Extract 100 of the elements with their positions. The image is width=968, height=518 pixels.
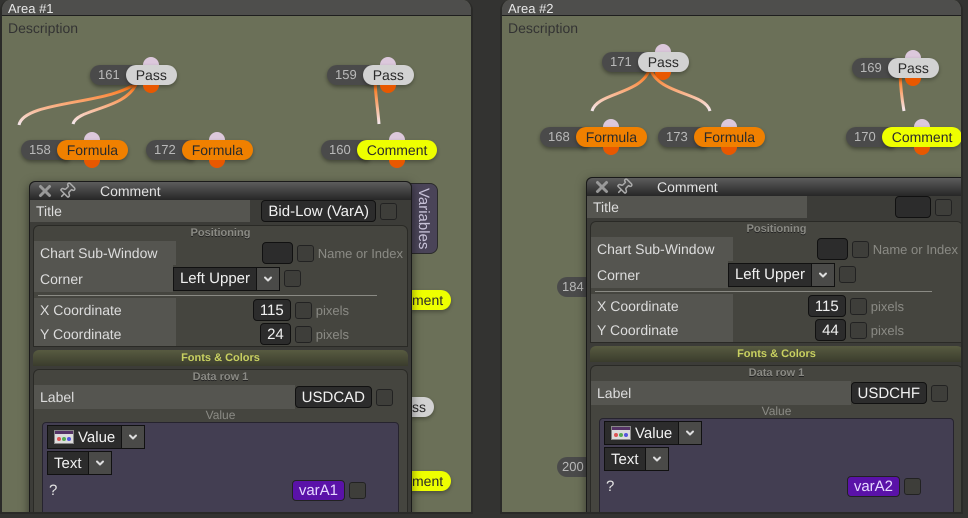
corner-dropdown[interactable]: Left Upper [172, 266, 280, 290]
area-description: Description [508, 20, 578, 36]
output-port[interactable] [914, 147, 930, 155]
checkbox[interactable] [294, 302, 312, 318]
input-port[interactable] [143, 57, 160, 65]
coordinate-field[interactable]: 44 [815, 319, 846, 341]
dialog-title: Comment [657, 179, 718, 195]
checkbox[interactable] [931, 384, 948, 402]
field-label: Label [591, 381, 850, 405]
input-port[interactable] [84, 132, 100, 140]
unit-label: pixels [870, 322, 904, 338]
node-label[interactable]: ment [410, 290, 452, 310]
field-label: Title [30, 200, 250, 222]
checkbox[interactable] [296, 244, 314, 262]
node-label[interactable]: Pass [362, 65, 414, 85]
variable-tag[interactable]: varA1 [292, 480, 345, 500]
output-port[interactable] [143, 85, 160, 93]
value-caption: Value [204, 409, 236, 422]
field-label: ? [48, 482, 58, 498]
node-label[interactable]: Pass [638, 52, 689, 72]
list-icon [611, 426, 631, 440]
section-heading: Data row 1 [748, 366, 806, 381]
section-heading: Data row 1 [192, 370, 250, 385]
label-field[interactable]: USDCAD [294, 386, 372, 408]
node-label[interactable]: Formula [694, 127, 766, 147]
checkbox[interactable] [935, 198, 952, 216]
checkbox[interactable] [852, 240, 869, 258]
value-caption: Value [760, 405, 792, 418]
section-heading: Fonts & Colors [590, 346, 961, 362]
close-icon[interactable] [593, 178, 611, 196]
field-label: Y Coordinate [591, 318, 733, 342]
checkbox[interactable] [294, 326, 312, 342]
node-label[interactable]: Formula [576, 127, 648, 147]
output-port[interactable] [655, 72, 672, 80]
checkbox[interactable] [839, 266, 856, 283]
format-dropdown[interactable]: Text [47, 451, 112, 475]
output-port[interactable] [905, 78, 922, 86]
checkbox[interactable] [850, 298, 867, 314]
input-port[interactable] [389, 132, 406, 140]
node-label[interactable]: Comment [356, 140, 438, 160]
node-label[interactable]: Pass [126, 65, 177, 85]
sub-window-field[interactable] [816, 238, 848, 260]
output-port[interactable] [721, 147, 738, 155]
sub-window-field[interactable] [262, 242, 293, 264]
variable-tag[interactable]: varA2 [846, 476, 900, 496]
format-dropdown[interactable]: Text [604, 447, 669, 471]
field-label: Chart Sub-Window [591, 237, 733, 261]
variables-tab[interactable]: Variables [409, 183, 438, 254]
field-hint: Name or Index [318, 246, 403, 260]
section-heading: Positioning [746, 222, 808, 237]
list-icon [54, 430, 74, 444]
input-port[interactable] [721, 119, 738, 127]
source-dropdown[interactable]: Value [604, 421, 702, 445]
close-icon[interactable] [36, 182, 54, 200]
title-field[interactable]: Bid-Low (VarA) [261, 200, 376, 222]
unit-label: pixels [316, 302, 349, 318]
input-port[interactable] [380, 57, 396, 65]
coordinate-field[interactable]: 115 [808, 295, 846, 317]
field-label: X Coordinate [591, 294, 733, 318]
field-label: Label [34, 385, 295, 409]
input-port[interactable] [603, 119, 620, 127]
source-dropdown[interactable]: Value [47, 425, 146, 449]
area-title: Area #1 [8, 2, 54, 15]
output-port[interactable] [209, 160, 226, 168]
output-port[interactable] [603, 147, 620, 155]
title-field[interactable] [895, 196, 931, 218]
input-port[interactable] [914, 119, 930, 127]
output-port[interactable] [389, 160, 406, 168]
input-port[interactable] [655, 44, 672, 52]
output-port[interactable] [380, 85, 396, 93]
node-label[interactable]: Comment [882, 127, 961, 147]
unit-label: pixels [870, 298, 904, 314]
output-port[interactable] [84, 160, 100, 168]
section-heading: Fonts & Colors [33, 350, 408, 366]
label-field[interactable]: USDCHF [850, 382, 927, 404]
unit-label: pixels [316, 326, 349, 342]
node-label[interactable]: Pass [888, 58, 939, 78]
field-label: Y Coordinate [34, 322, 176, 346]
dialog-title: Comment [100, 183, 161, 199]
field-label: Corner [34, 265, 173, 292]
checkbox[interactable] [284, 270, 301, 287]
field-label: Chart Sub-Window [34, 241, 176, 265]
checkbox[interactable] [349, 482, 366, 498]
checkbox[interactable] [376, 388, 393, 406]
checkbox[interactable] [380, 202, 397, 220]
input-port[interactable] [905, 50, 922, 58]
field-label: Corner [591, 261, 728, 288]
field-label: Title [587, 196, 807, 218]
corner-dropdown[interactable]: Left Upper [728, 262, 835, 286]
checkbox[interactable] [904, 478, 921, 494]
coordinate-field[interactable]: 24 [260, 323, 291, 345]
section-heading: Positioning [190, 226, 252, 241]
node-label[interactable]: Formula [56, 140, 128, 160]
field-hint: Name or Index [872, 242, 958, 256]
node-label[interactable]: ment [410, 471, 452, 491]
node-label[interactable]: Formula [182, 140, 254, 160]
input-port[interactable] [209, 132, 226, 140]
checkbox[interactable] [850, 322, 867, 338]
node-label[interactable]: ss [410, 397, 434, 417]
coordinate-field[interactable]: 115 [252, 299, 291, 321]
